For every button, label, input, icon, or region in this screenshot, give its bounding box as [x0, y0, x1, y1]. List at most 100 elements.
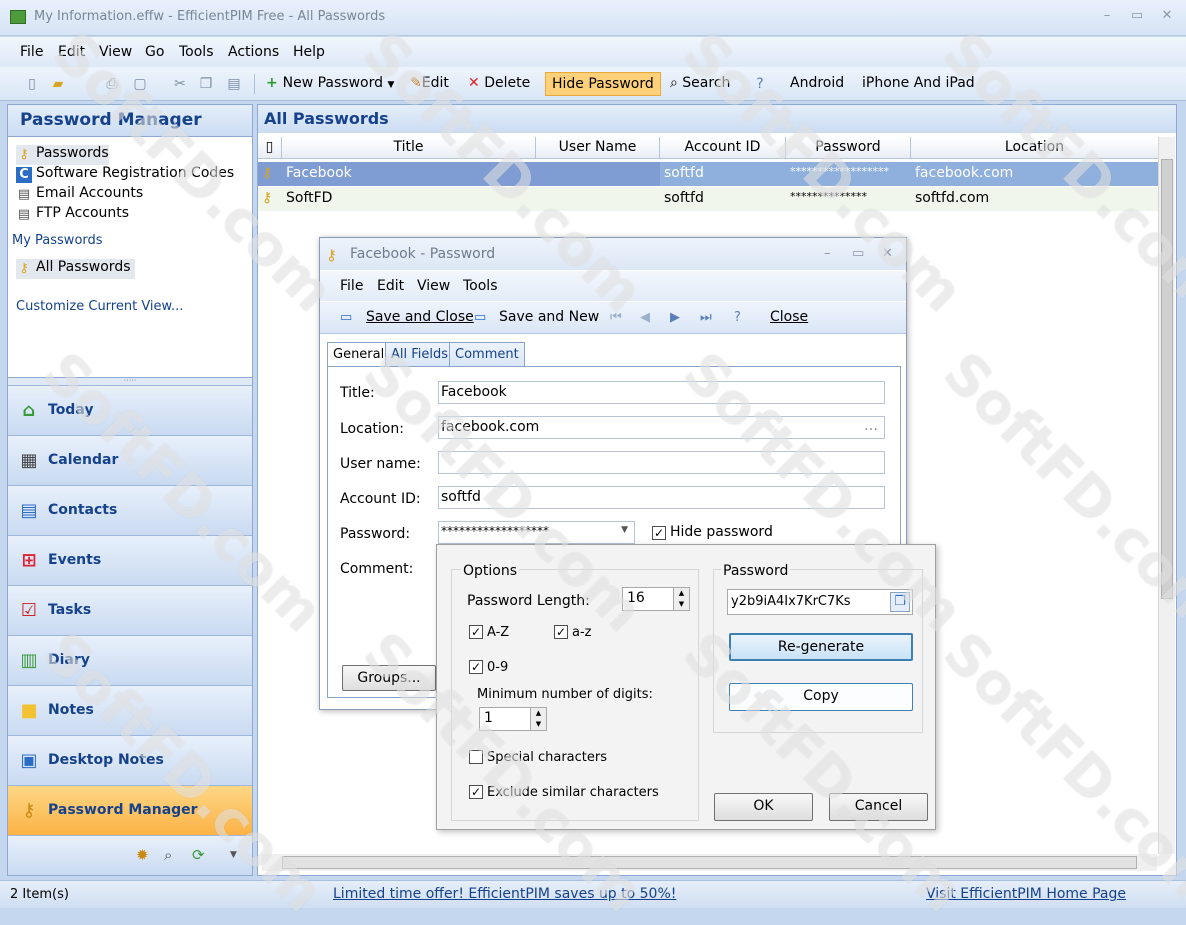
- table-row[interactable]: ⚷ Facebook softfd ****************** fac…: [258, 162, 1159, 186]
- help-icon[interactable]: ?: [734, 310, 741, 325]
- last-record-icon[interactable]: ⏭: [700, 310, 712, 325]
- customize-view-link[interactable]: Customize Current View...: [16, 299, 183, 314]
- hide-password-checkbox[interactable]: ✓: [652, 526, 666, 540]
- vertical-scrollbar[interactable]: [1158, 137, 1175, 854]
- search-icon[interactable]: ⌕: [164, 846, 172, 864]
- new-password-button[interactable]: + New Password ▼: [260, 72, 400, 96]
- menu-go[interactable]: Go: [145, 44, 164, 60]
- chevron-down-icon[interactable]: ▼: [230, 850, 237, 860]
- location-field[interactable]: facebook.com…: [438, 416, 885, 439]
- sync-icon[interactable]: ⟳: [192, 846, 205, 864]
- print-icon[interactable]: ⎙: [104, 76, 120, 92]
- minimize-icon[interactable]: –: [1096, 8, 1118, 26]
- nav-events[interactable]: ⊞ Events: [8, 535, 252, 585]
- tab-comment[interactable]: Comment: [449, 342, 525, 366]
- column-icon-header[interactable]: ▯: [258, 137, 282, 159]
- home-page-link[interactable]: Visit EfficientPIM Home Page: [926, 886, 1126, 902]
- nav-today[interactable]: ⌂ Today: [8, 385, 252, 435]
- menu-view[interactable]: View: [99, 44, 132, 60]
- help-icon[interactable]: ?: [752, 76, 768, 92]
- stepper-arrows-icon[interactable]: ▲ ▼: [530, 708, 546, 730]
- groups-button[interactable]: Groups...: [342, 665, 436, 691]
- dialog-close-icon[interactable]: ✕: [882, 246, 893, 261]
- save-close-button[interactable]: Save and Close: [366, 309, 474, 325]
- settings-icon[interactable]: ✹: [136, 846, 149, 864]
- scrollbar-thumb[interactable]: [1161, 159, 1173, 599]
- next-record-icon[interactable]: ▶: [670, 310, 680, 325]
- dialog-maximize-icon[interactable]: ▭: [852, 246, 864, 261]
- nav-notes[interactable]: ■ Notes: [8, 685, 252, 735]
- tree-item-passwords[interactable]: ⚷ Passwords: [16, 145, 109, 165]
- table-row[interactable]: ⚷ SoftFD softfd ************** softfd.co…: [258, 187, 1159, 211]
- dialog-menu-tools[interactable]: Tools: [463, 278, 498, 294]
- dialog-minimize-icon[interactable]: –: [824, 246, 831, 261]
- tree-item-software-registration[interactable]: C Software Registration Codes: [16, 165, 234, 185]
- menu-edit[interactable]: Edit: [58, 44, 85, 60]
- search-button[interactable]: ⌕ Search: [664, 72, 736, 96]
- chevron-down-icon[interactable]: ▼: [621, 525, 628, 535]
- android-button[interactable]: Android: [784, 72, 850, 96]
- browse-icon[interactable]: …: [864, 418, 878, 434]
- nav-calendar[interactable]: ▦ Calendar: [8, 435, 252, 485]
- password-field[interactable]: ****************** ▼: [438, 521, 635, 544]
- tab-general[interactable]: General: [327, 342, 391, 367]
- copy-button[interactable]: Copy: [729, 683, 913, 711]
- nav-contacts[interactable]: ▤ Contacts: [8, 485, 252, 535]
- tree-item-all-passwords[interactable]: ⚷ All Passwords: [16, 259, 135, 279]
- delete-button[interactable]: ✕ Delete: [462, 72, 536, 96]
- dialog-close-button[interactable]: Close: [770, 309, 808, 325]
- hide-password-button[interactable]: Hide Password: [545, 72, 661, 96]
- cancel-button[interactable]: Cancel: [829, 793, 928, 821]
- cut-icon[interactable]: ✂: [172, 76, 188, 92]
- iphone-button[interactable]: iPhone And iPad: [856, 72, 981, 96]
- nav-desktop-notes[interactable]: ▣ Desktop Notes: [8, 735, 252, 785]
- generated-password-field[interactable]: y2b9iA4Ix7KrC7Ks ❐: [727, 589, 913, 615]
- nav-diary[interactable]: ▥ Diary: [8, 635, 252, 685]
- copy-icon[interactable]: ❐: [198, 76, 214, 92]
- maximize-icon[interactable]: ▭: [1126, 8, 1148, 26]
- column-account-id[interactable]: Account ID: [660, 137, 786, 159]
- column-title[interactable]: Title: [282, 137, 536, 159]
- menu-tools[interactable]: Tools: [179, 44, 214, 60]
- tree-item-email-accounts[interactable]: ▤ Email Accounts: [16, 185, 143, 205]
- ok-button[interactable]: OK: [714, 793, 813, 821]
- column-password[interactable]: Password: [786, 137, 911, 159]
- dialog-menu-edit[interactable]: Edit: [377, 278, 404, 294]
- close-icon[interactable]: ✕: [1156, 8, 1178, 26]
- lowercase-checkbox[interactable]: ✓: [554, 625, 568, 639]
- open-folder-icon[interactable]: ▰: [50, 76, 66, 92]
- dialog-menu-view[interactable]: View: [417, 278, 450, 294]
- account-id-field[interactable]: softfd: [438, 486, 885, 509]
- previous-record-icon[interactable]: ◀: [640, 310, 650, 325]
- special-characters-checkbox[interactable]: [469, 750, 483, 764]
- print-preview-icon[interactable]: ▢: [132, 76, 148, 92]
- title-field[interactable]: Facebook: [438, 381, 885, 404]
- edit-button[interactable]: ✎Edit: [404, 72, 455, 96]
- tab-all-fields[interactable]: All Fields: [385, 342, 455, 366]
- min-digits-stepper[interactable]: 1 ▲ ▼: [479, 707, 547, 731]
- menu-file[interactable]: File: [20, 44, 43, 60]
- menu-actions[interactable]: Actions: [228, 44, 279, 60]
- digits-checkbox[interactable]: ✓: [469, 660, 483, 674]
- save-new-button[interactable]: Save and New: [499, 309, 599, 325]
- horizontal-scrollbar[interactable]: [262, 854, 1157, 871]
- nav-password-manager[interactable]: ⚷ Password Manager: [8, 785, 252, 835]
- nav-tasks[interactable]: ☑ Tasks: [8, 585, 252, 635]
- paste-icon[interactable]: ▤: [226, 76, 242, 92]
- splitter-handle[interactable]: ·····: [8, 377, 252, 385]
- first-record-icon[interactable]: ⏮: [610, 310, 622, 325]
- column-user-name[interactable]: User Name: [536, 137, 660, 159]
- exclude-similar-checkbox[interactable]: ✓: [469, 785, 483, 799]
- password-length-stepper[interactable]: 16 ▲ ▼: [622, 587, 690, 611]
- new-file-icon[interactable]: ▯: [24, 76, 40, 92]
- stepper-arrows-icon[interactable]: ▲ ▼: [673, 588, 689, 610]
- column-location[interactable]: Location: [911, 137, 1159, 159]
- tree-item-ftp-accounts[interactable]: ▤ FTP Accounts: [16, 205, 129, 225]
- uppercase-checkbox[interactable]: ✓: [469, 625, 483, 639]
- scrollbar-thumb[interactable]: [282, 856, 1137, 869]
- user-name-field[interactable]: [438, 451, 885, 474]
- offer-link[interactable]: Limited time offer! EfficientPIM saves u…: [333, 886, 676, 902]
- regenerate-button[interactable]: Re-generate: [729, 633, 913, 661]
- dialog-menu-file[interactable]: File: [340, 278, 363, 294]
- menu-help[interactable]: Help: [293, 44, 325, 60]
